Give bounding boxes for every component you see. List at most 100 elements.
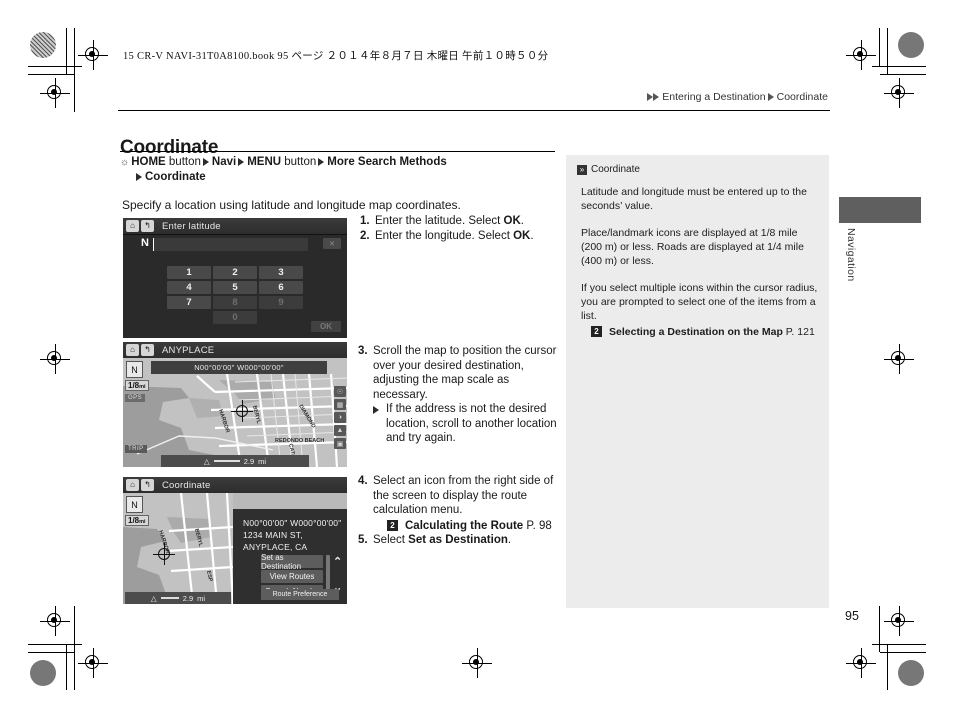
key-4[interactable]: 4 <box>167 281 211 294</box>
reference-label: Selecting a Destination on the Map <box>609 326 783 338</box>
step-emphasis: OK <box>513 229 531 242</box>
back-icon[interactable]: ↰ <box>141 479 154 491</box>
step-number: 5. <box>358 534 368 546</box>
crop-line-top-left-v2 <box>74 28 75 112</box>
numeric-keypad: 1 2 3 4 5 6 7 8 9 0 <box>167 266 303 324</box>
back-icon[interactable]: ↰ <box>141 220 154 232</box>
ok-button[interactable]: OK <box>311 321 341 332</box>
reference-arrow-icon: 2 <box>591 326 602 337</box>
key-3[interactable]: 3 <box>259 266 303 279</box>
coordinate-value: N00°00'00" W000°00'00" <box>243 518 342 528</box>
svg-text:HARBOR: HARBOR <box>217 409 230 434</box>
crop-line-bottom-right-h <box>872 644 926 645</box>
color-target-top-left <box>30 32 56 58</box>
map-scale-unit: mi <box>139 384 146 390</box>
bullet-triangle-icon <box>373 406 379 414</box>
svg-text:DIAMOND: DIAMOND <box>297 404 316 429</box>
step-emphasis: Set as Destination <box>408 534 508 546</box>
delete-key[interactable]: ✕ <box>323 238 341 249</box>
map-scale-value: 1/8 <box>128 381 140 390</box>
crop-line-bottom-left-v <box>66 644 67 690</box>
step-text: Enter the latitude. Select <box>375 215 504 227</box>
coordinate-readout: N00°00'00" W000°00'00" <box>151 361 327 374</box>
key-6[interactable]: 6 <box>259 281 303 294</box>
compass-icon[interactable]: N <box>126 361 143 378</box>
list-icon[interactable]: ▣ <box>334 438 346 449</box>
route-icon[interactable]: ☉ <box>334 386 346 397</box>
registration-mark-left-middle <box>40 344 70 374</box>
terrain-icon[interactable]: ▲ <box>334 425 346 436</box>
latitude-input[interactable] <box>153 238 308 251</box>
compass-icon[interactable]: N <box>126 496 143 513</box>
distance-triangle-icon: △ <box>203 456 210 466</box>
intro-text: Specify a location using latitude and lo… <box>122 198 461 212</box>
crop-line-bottom-left-h2 <box>28 652 74 653</box>
nav-path-navi: Navi <box>211 156 237 168</box>
key-1[interactable]: 1 <box>167 266 211 279</box>
crop-line-top-right-h <box>872 66 926 67</box>
home-icon[interactable]: ⌂ <box>126 344 139 356</box>
header-divider <box>118 110 830 111</box>
color-target-top-right <box>898 32 924 58</box>
map-body[interactable]: HARBOR BERYL ESP N 1/8mi △ 2.9 mi N00°00… <box>123 493 347 604</box>
key-5[interactable]: 5 <box>213 281 257 294</box>
cross-reference-selecting-a-destination[interactable]: 2 Selecting a Destination on the Map P. 1… <box>591 325 818 339</box>
registration-mark-right-middle <box>884 344 914 374</box>
menu-item-view-routes[interactable]: View Routes <box>261 570 323 583</box>
map-scale-unit: mi <box>139 519 146 525</box>
scroll-up-icon[interactable]: ⌃ <box>333 557 342 568</box>
route-preference-button[interactable]: Route Preference <box>261 589 339 600</box>
note-heading-text: Coordinate <box>591 164 640 175</box>
hand-pointer-icon: ☼ <box>120 157 130 168</box>
crop-line-top-right-h2 <box>880 74 926 75</box>
section-tab-label: Navigation <box>845 228 857 282</box>
map-scale-badge[interactable]: 1/8mi <box>125 515 149 526</box>
back-icon[interactable]: ↰ <box>141 344 154 356</box>
screenshot-title-bar: ⌂ ↰ Coordinate <box>123 477 347 494</box>
map-body[interactable]: HARBOR BERYL DIAMOND REDONDO BEACH CATAL… <box>123 358 347 467</box>
nav-path-menu: MENU <box>247 156 282 168</box>
map-scale-badge[interactable]: 1/8mi <box>125 380 149 391</box>
step-text: Select <box>373 534 409 546</box>
key-2[interactable]: 2 <box>213 266 257 279</box>
cross-reference-calculating-the-route[interactable]: 2 Calculating the Route P. 98 <box>387 519 563 534</box>
nav-path-button-word-2: button <box>284 156 317 168</box>
crop-line-top-right-v2 <box>879 28 880 66</box>
step-2: 2. Enter the longitude. Select OK. <box>360 229 560 244</box>
crop-line-top-left-h2 <box>28 74 74 75</box>
step-number: 2. <box>360 229 370 242</box>
menu-item-set-as-destination[interactable]: Set as Destination <box>261 553 323 571</box>
step-number: 1. <box>360 215 370 227</box>
trip-badge[interactable]: TRIP <box>125 445 147 453</box>
home-icon[interactable]: ⌂ <box>126 220 139 232</box>
color-target-bottom-right <box>898 660 924 686</box>
poi-icon[interactable]: ▦ <box>334 399 346 410</box>
nav-path-more-search: More Search Methods <box>327 156 447 168</box>
steps-list-3: 3. Scroll the map to position the cursor … <box>358 344 563 446</box>
crop-line-bottom-right-v <box>887 644 888 690</box>
step-period: . <box>530 229 534 242</box>
map-cursor-icon <box>153 543 175 565</box>
steps-list-1-2: 1. Enter the latitude. Select OK. 2. Enter… <box>360 214 560 243</box>
navigation-path: ☼ HOME button Navi MENU button More Search … <box>120 155 560 185</box>
step-number: 4. <box>358 475 368 487</box>
nav-path-coordinate: Coordinate <box>145 171 206 183</box>
home-icon[interactable]: ⌂ <box>126 479 139 491</box>
map-scale-value: 1/8 <box>128 516 140 525</box>
info-icon[interactable]: ◑ <box>334 412 346 423</box>
screenshot-title: Coordinate <box>162 479 211 491</box>
registration-mark-bottom-right-lower <box>846 648 876 678</box>
registration-mark-top-right <box>846 40 876 70</box>
step-1: 1. Enter the latitude. Select OK. <box>360 214 560 229</box>
title-divider <box>120 151 555 153</box>
registration-mark-top-left <box>78 40 108 70</box>
registration-mark-bottom-left <box>40 606 70 636</box>
registration-mark-bottom-right <box>884 606 914 636</box>
screenshot-title: ANYPLACE <box>162 344 215 356</box>
registration-mark-bottom-center <box>462 648 492 678</box>
step-emphasis: OK <box>503 215 521 227</box>
crop-line-bottom-left-v2 <box>74 606 75 690</box>
key-7[interactable]: 7 <box>167 296 211 309</box>
reference-label: Calculating the Route <box>405 519 524 532</box>
map-distance-value: 2.9 <box>182 593 194 603</box>
